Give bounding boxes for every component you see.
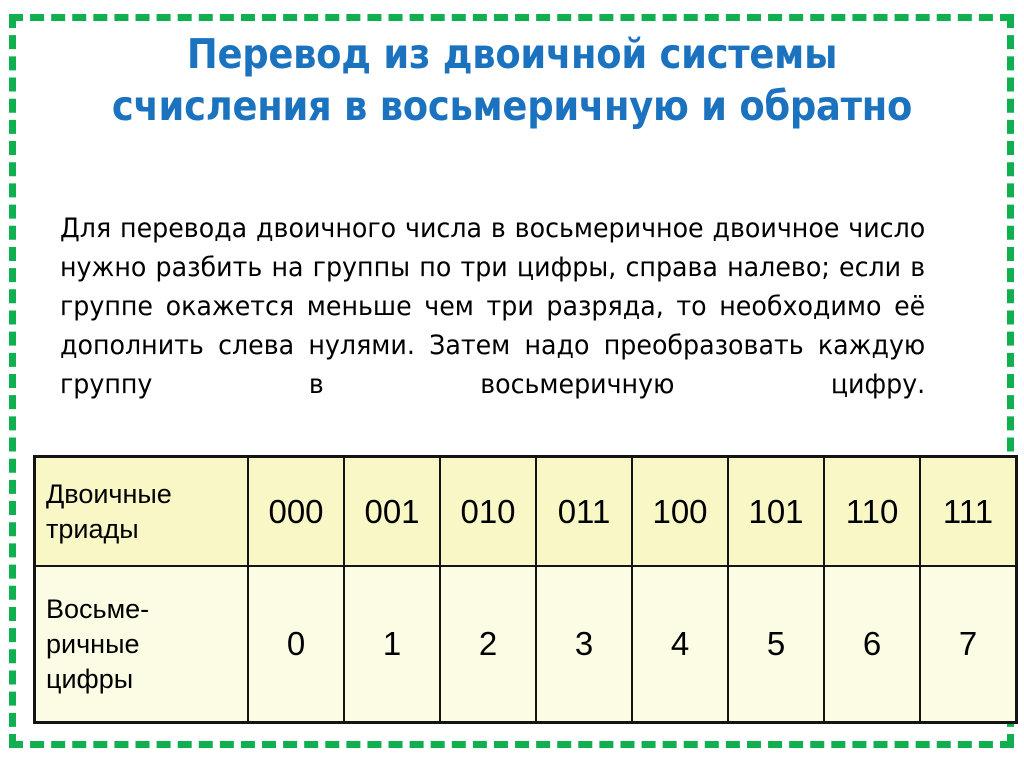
binary-octal-table: Двоичные триады 000 001 010 011 100 101 … bbox=[33, 455, 1018, 724]
cell-digit-4: 4 bbox=[631, 565, 729, 724]
cell-digit-1: 1 bbox=[343, 565, 441, 724]
table-row-octal-digits: Восьме- ричные цифры 0 1 2 3 4 5 6 7 bbox=[33, 565, 1018, 724]
row-label-line-2: ричные bbox=[46, 628, 140, 659]
cell-digit-5: 5 bbox=[727, 565, 825, 724]
cell-triad-3: 011 bbox=[535, 455, 633, 567]
cell-triad-2: 010 bbox=[439, 455, 537, 567]
row-label-binary-triads: Двоичные триады bbox=[33, 455, 249, 567]
cell-digit-7: 7 bbox=[919, 565, 1018, 724]
cell-triad-0: 000 bbox=[247, 455, 345, 567]
cell-digit-2: 2 bbox=[439, 565, 537, 724]
row-label-octal-digits: Восьме- ричные цифры bbox=[33, 565, 249, 724]
cell-digit-3: 3 bbox=[535, 565, 633, 724]
page-title: Перевод из двоичной системы счисления в … bbox=[87, 28, 937, 132]
row-label-line-2: триады bbox=[46, 513, 139, 544]
cell-triad-4: 100 bbox=[631, 455, 729, 567]
cell-triad-5: 101 bbox=[727, 455, 825, 567]
cell-triad-6: 110 bbox=[823, 455, 921, 567]
page-title-line-2: счисления в восьмеричную и обратно bbox=[111, 82, 913, 130]
row-label-line-1: Двоичные bbox=[46, 478, 172, 509]
body-paragraph: Для перевода двоичного числа в восьмерич… bbox=[60, 212, 926, 400]
table-row-binary-triads: Двоичные триады 000 001 010 011 100 101 … bbox=[33, 455, 1018, 567]
cell-digit-6: 6 bbox=[823, 565, 921, 724]
row-label-line-1: Восьме- bbox=[46, 593, 150, 624]
cell-triad-1: 001 bbox=[343, 455, 441, 567]
page-title-line-1: Перевод из двоичной системы bbox=[186, 30, 838, 78]
cell-digit-0: 0 bbox=[247, 565, 345, 724]
cell-triad-7: 111 bbox=[919, 455, 1018, 567]
row-label-line-3: цифры bbox=[46, 663, 134, 694]
slide-canvas: Перевод из двоичной системы счисления в … bbox=[0, 0, 1024, 767]
